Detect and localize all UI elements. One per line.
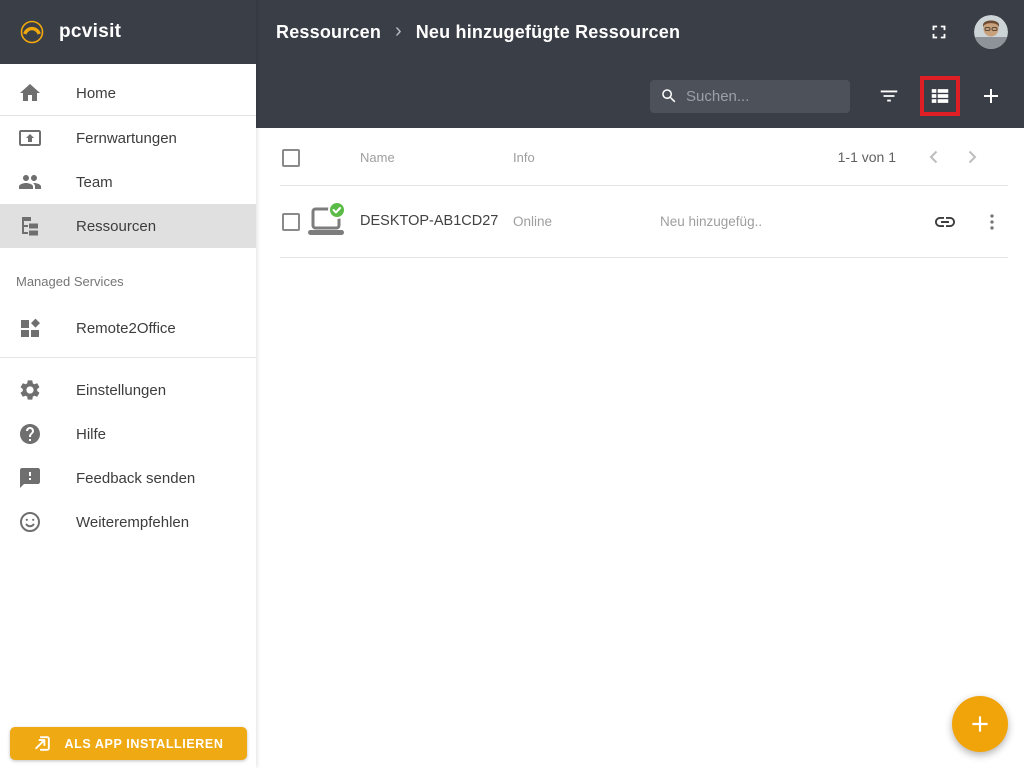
top-header: Ressourcen › Neu hinzugefügte Ressourcen [256,0,1024,128]
sidebar-item-label: Remote2Office [76,320,176,337]
sidebar-item-label: Team [76,174,113,191]
home-icon [18,81,42,105]
add-resource-button[interactable] [974,79,1008,113]
sidebar-item-label: Home [76,85,116,102]
sidebar-item-label: Fernwartungen [76,130,177,147]
pagination-prev-button[interactable] [920,143,948,171]
select-all-checkbox[interactable] [282,149,300,167]
list-view-icon [929,85,951,107]
resource-status: Online [513,214,552,229]
pagination: 1-1 von 1 [838,128,986,186]
sidebar-item-label: Ressourcen [76,218,156,235]
kebab-menu-icon [981,211,1003,233]
sidebar-item-label: Feedback senden [76,470,195,487]
annotation-red-box [920,76,960,116]
gear-icon [18,378,42,402]
sidebar-item-hilfe[interactable]: Hilfe [0,412,256,456]
table-row[interactable]: DESKTOP-AB1CD27 Online Neu hinzugefüg.. [256,186,1024,258]
fab-add-button[interactable] [952,696,1008,752]
feedback-icon [18,466,42,490]
app-window: Ressourcen › Neu hinzugefügte Ressourcen [0,0,1024,768]
chevron-right-icon [960,145,984,169]
resources-tree-icon [18,214,42,238]
resource-name: DESKTOP-AB1CD27 [360,213,498,229]
smiley-icon [18,510,42,534]
sidebar-item-fernwartungen[interactable]: Fernwartungen [0,116,256,160]
link-icon [933,210,957,234]
breadcrumb: Ressourcen › Neu hinzugefügte Ressourcen [256,0,1024,64]
pcvisit-logo-icon [18,18,46,46]
screen-share-icon [18,126,42,150]
help-icon [18,422,42,446]
sidebar-item-einstellungen[interactable]: Einstellungen [0,368,256,412]
connect-link-button[interactable] [929,206,961,238]
sidebar-item-feedback[interactable]: Feedback senden [0,456,256,500]
page-title: Neu hinzugefügte Ressourcen [416,22,680,43]
sidebar-item-label: Weiterempfehlen [76,514,189,531]
table-divider [280,257,1008,258]
resource-tag: Neu hinzugefüg.. [660,214,762,229]
breadcrumb-chevron-icon: › [395,20,402,43]
row-menu-button[interactable] [976,206,1008,238]
brand-header: pcvisit [0,0,256,64]
fullscreen-icon [928,21,950,43]
column-header-info: Info [513,150,535,165]
sidebar-item-label: Einstellungen [76,382,166,399]
list-view-button[interactable] [927,83,953,109]
sidebar-item-remote2office[interactable]: Remote2Office [0,306,256,350]
column-header-name: Name [360,150,395,165]
user-avatar[interactable] [974,15,1008,49]
sidebar-item-weiterempfehlen[interactable]: Weiterempfehlen [0,500,256,544]
search-icon [660,87,678,105]
section-label-managed-services: Managed Services [0,272,256,292]
plus-icon [967,711,993,737]
laptop-online-icon [306,202,348,247]
plus-icon [979,84,1003,108]
install-app-icon [33,734,52,753]
filter-icon [878,85,900,107]
sidebar-nav: Home Fernwartungen Team [0,64,256,544]
row-checkbox[interactable] [282,213,300,231]
table-header: Name Info 1-1 von 1 [256,128,1024,186]
brand-name: pcvisit [59,21,121,43]
pagination-count: 1-1 von 1 [838,149,896,165]
filter-button[interactable] [872,79,906,113]
team-icon [18,170,42,194]
sidebar-item-ressourcen[interactable]: Ressourcen [0,204,256,248]
pagination-next-button[interactable] [958,143,986,171]
chevron-left-icon [922,145,946,169]
install-as-app-button[interactable]: ALS APP INSTALLIEREN [10,727,247,760]
sidebar-item-label: Hilfe [76,426,106,443]
install-button-label: ALS APP INSTALLIEREN [64,737,223,751]
sidebar-item-team[interactable]: Team [0,160,256,204]
toolbar [256,64,1024,128]
fullscreen-button[interactable] [922,15,956,49]
breadcrumb-parent[interactable]: Ressourcen [276,22,381,43]
search-input[interactable] [686,88,840,105]
sidebar-item-home[interactable]: Home [0,71,256,115]
dashboard-icon [18,316,42,340]
search-box [650,80,850,113]
sidebar: pcvisit Home Fernwartungen Team [0,0,256,768]
